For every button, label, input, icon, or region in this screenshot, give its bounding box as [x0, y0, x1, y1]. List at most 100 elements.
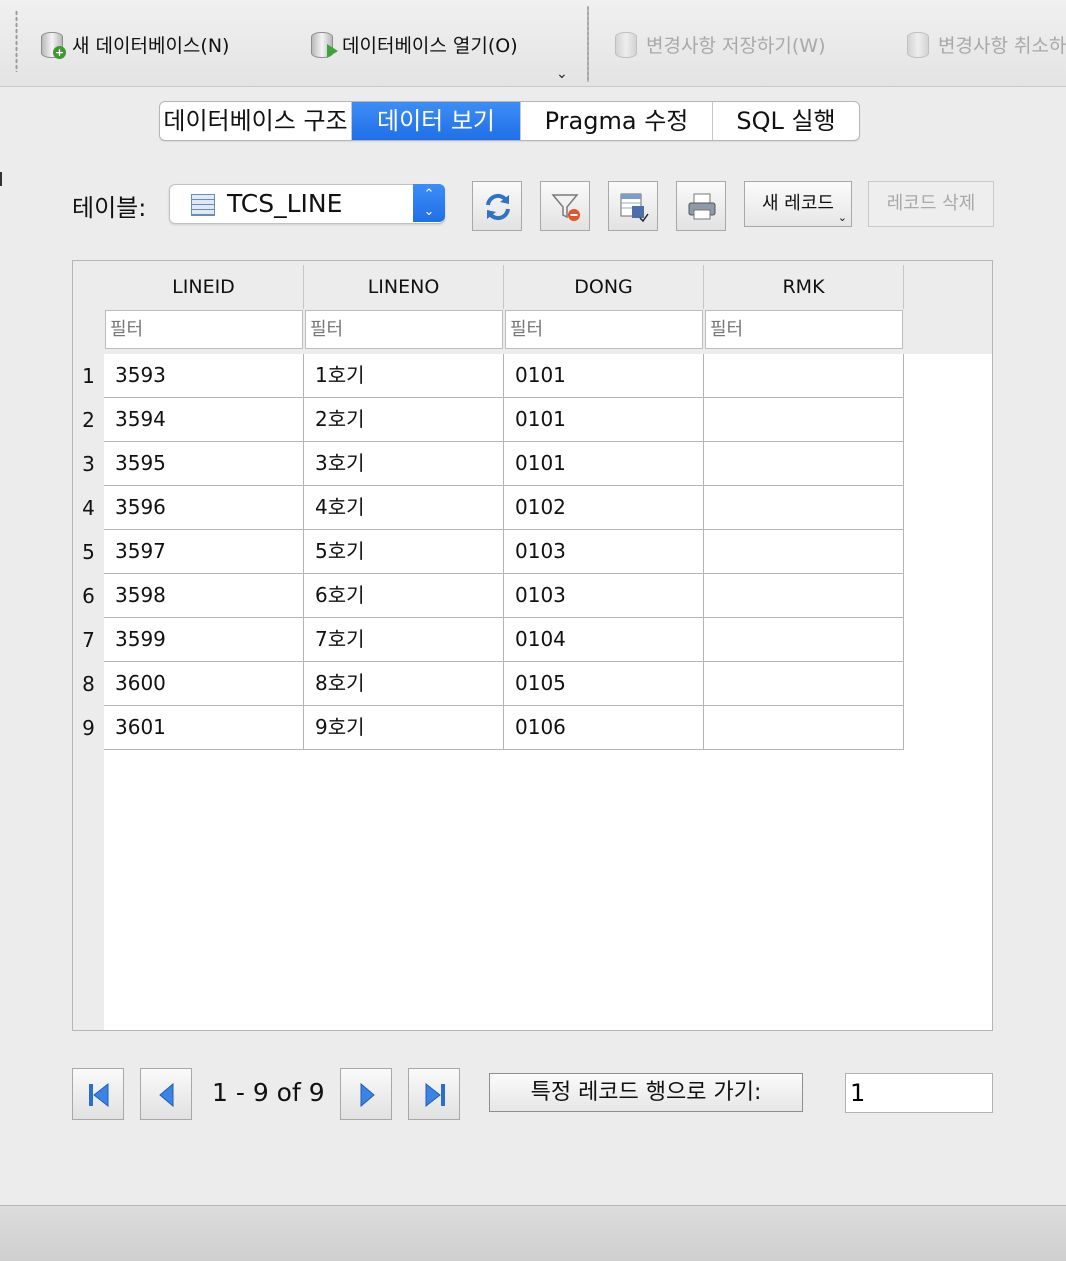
revert-changes-button[interactable]: 변경사항 취소하	[904, 28, 1066, 60]
row-number[interactable]: 7	[73, 618, 104, 662]
table-cell-dong[interactable]: 0106	[504, 706, 704, 750]
row-number[interactable]: 9	[73, 706, 104, 750]
previous-page-button[interactable]	[140, 1068, 192, 1120]
clear-filters-button[interactable]	[540, 181, 590, 231]
filter-input-lineno[interactable]: 필터	[305, 310, 503, 349]
table-cell-rmk[interactable]	[704, 618, 904, 662]
table-cell-lineno[interactable]: 8호기	[304, 662, 504, 706]
first-page-button[interactable]	[72, 1068, 124, 1120]
tab-edit-pragmas[interactable]: Pragma 수정	[521, 102, 713, 140]
table-cell-lineid[interactable]: 3599	[104, 618, 304, 662]
table-cell-lineno[interactable]: 3호기	[304, 442, 504, 486]
table-label: 테이블:	[72, 194, 147, 222]
table-cell-lineno[interactable]: 2호기	[304, 398, 504, 442]
filter-input-rmk[interactable]: 필터	[705, 310, 903, 349]
open-database-icon	[308, 29, 338, 59]
main-toolbar: + 새 데이터베이스(N) 데이터베이스 열기(O) ⌄ 변경사항 저장하기(W…	[0, 0, 1066, 87]
row-number[interactable]: 1	[73, 354, 104, 398]
table-cell-dong[interactable]: 0103	[504, 574, 704, 618]
table-cell-dong[interactable]: 0103	[504, 530, 704, 574]
table-cell-dong[interactable]: 0105	[504, 662, 704, 706]
record-range: 1 - 9 of 9	[212, 1078, 325, 1107]
table-cell-lineid[interactable]: 3601	[104, 706, 304, 750]
table-cell-lineno[interactable]: 4호기	[304, 486, 504, 530]
row-number[interactable]: 6	[73, 574, 104, 618]
goto-record-button[interactable]: 특정 레코드 행으로 가기:	[489, 1073, 803, 1112]
new-database-label: 새 데이터베이스(N)	[72, 34, 230, 57]
column-header-rmk[interactable]: RMK	[704, 265, 904, 309]
row-number[interactable]: 3	[73, 442, 104, 486]
next-page-icon	[360, 1082, 375, 1108]
select-stepper-icon: ⌃ ⌄	[413, 184, 445, 222]
table-cell-lineid[interactable]: 3600	[104, 662, 304, 706]
row-number[interactable]: 4	[73, 486, 104, 530]
chevron-down-icon[interactable]: ⌄	[556, 66, 568, 82]
refresh-button[interactable]	[472, 181, 522, 231]
clear-filter-icon	[551, 194, 580, 221]
table-cell-rmk[interactable]	[704, 354, 904, 398]
save-table-icon	[620, 193, 649, 223]
last-page-button[interactable]	[408, 1068, 460, 1120]
tab-database-structure[interactable]: 데이터베이스 구조	[160, 102, 352, 140]
window-edge-mark	[0, 172, 2, 186]
table-cell-lineno[interactable]: 9호기	[304, 706, 504, 750]
tab-browse-data[interactable]: 데이터 보기	[352, 102, 521, 140]
new-database-button[interactable]: + 새 데이터베이스(N)	[38, 28, 229, 60]
table-cell-lineno[interactable]: 6호기	[304, 574, 504, 618]
table-cell-lineid[interactable]: 3597	[104, 530, 304, 574]
filter-input-lineid[interactable]: 필터	[105, 310, 303, 349]
save-changes-button[interactable]: 변경사항 저장하기(W)	[612, 28, 826, 60]
delete-record-button[interactable]: 레코드 삭제	[868, 181, 994, 227]
table-cell-dong[interactable]: 0101	[504, 354, 704, 398]
revert-changes-label: 변경사항 취소하	[938, 34, 1066, 57]
row-number[interactable]: 2	[73, 398, 104, 442]
table-cell-lineno[interactable]: 5호기	[304, 530, 504, 574]
table-select-value: TCS_LINE	[227, 189, 343, 218]
next-page-button[interactable]	[340, 1068, 392, 1120]
save-table-button[interactable]	[608, 181, 658, 231]
table-cell-rmk[interactable]	[704, 442, 904, 486]
row-number[interactable]: 5	[73, 530, 104, 574]
filter-input-dong[interactable]: 필터	[505, 310, 703, 349]
table-cell-lineid[interactable]: 3594	[104, 398, 304, 442]
goto-record-input[interactable]	[845, 1073, 993, 1113]
row-number[interactable]: 8	[73, 662, 104, 706]
table-cell-rmk[interactable]	[704, 662, 904, 706]
table-cell-lineno[interactable]: 7호기	[304, 618, 504, 662]
table-cell-lineno[interactable]: 1호기	[304, 354, 504, 398]
table-cell-lineid[interactable]: 3595	[104, 442, 304, 486]
main-tab-bar: 데이터베이스 구조 데이터 보기 Pragma 수정 SQL 실행	[159, 101, 860, 141]
table-select[interactable]: TCS_LINE ⌃ ⌄	[169, 184, 445, 224]
print-button[interactable]	[676, 181, 726, 231]
new-record-label: 새 레코드	[762, 193, 834, 214]
table-cell-rmk[interactable]	[704, 706, 904, 750]
column-header-lineid[interactable]: LINEID	[104, 265, 304, 309]
tab-execute-sql[interactable]: SQL 실행	[713, 102, 859, 140]
table-cell-lineid[interactable]: 3598	[104, 574, 304, 618]
table-icon	[191, 194, 215, 216]
table-cell-lineid[interactable]: 3593	[104, 354, 304, 398]
table-cell-dong[interactable]: 0101	[504, 442, 704, 486]
print-icon	[688, 193, 716, 220]
first-page-icon	[89, 1082, 109, 1108]
toolbar-grip[interactable]	[15, 10, 18, 72]
table-cell-rmk[interactable]	[704, 530, 904, 574]
column-header-lineno[interactable]: LINENO	[304, 265, 504, 309]
table-cell-rmk[interactable]	[704, 574, 904, 618]
table-cell-lineid[interactable]: 3596	[104, 486, 304, 530]
status-bar	[0, 1205, 1066, 1261]
chevron-down-icon: ⌄	[837, 211, 847, 224]
table-cell-rmk[interactable]	[704, 486, 904, 530]
table-cell-dong[interactable]: 0102	[504, 486, 704, 530]
refresh-icon	[486, 193, 510, 221]
data-grid: LINEID 필터 LINENO 필터 DONG 필터 RMK 필터 1 3593 1호기 0101 2…	[72, 260, 993, 1031]
new-database-icon: +	[38, 29, 66, 59]
new-record-button[interactable]: 새 레코드 ⌄	[744, 181, 852, 227]
open-database-button[interactable]: 데이터베이스 열기(O)	[308, 28, 518, 60]
column-header-dong[interactable]: DONG	[504, 265, 704, 309]
revert-changes-icon	[904, 29, 932, 59]
table-cell-dong[interactable]: 0104	[504, 618, 704, 662]
table-cell-rmk[interactable]	[704, 398, 904, 442]
table-cell-dong[interactable]: 0101	[504, 398, 704, 442]
toolbar-separator	[587, 6, 589, 82]
